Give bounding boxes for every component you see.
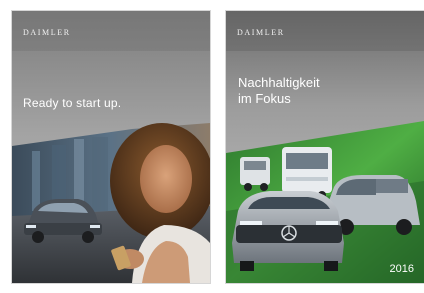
cover-title: Ready to start up. [23, 96, 122, 110]
annual-report-cover[interactable]: DAIMLER Ready to start up. [12, 11, 210, 283]
report-year: 2016 [389, 263, 414, 275]
cover-title-line-2: im Fokus [238, 91, 291, 106]
cover-title: Nachhaltigkeit im Fokus [238, 75, 320, 107]
cover-photo-woman-with-phone [12, 11, 210, 283]
daimler-wordmark: DAIMLER [23, 28, 71, 37]
sustainability-report-cover[interactable]: DAIMLER Nachhaltigkeit im Fokus 2016 [226, 11, 424, 283]
cover-photo-vehicle-lineup [226, 11, 424, 283]
woman-figure [110, 123, 210, 283]
cover-title-line-1: Nachhaltigkeit [238, 75, 320, 90]
report-covers: DAIMLER Ready to start up. DAIMLER Nachh… [0, 0, 424, 293]
suv-illustration [232, 191, 344, 271]
daimler-wordmark: DAIMLER [237, 28, 285, 37]
